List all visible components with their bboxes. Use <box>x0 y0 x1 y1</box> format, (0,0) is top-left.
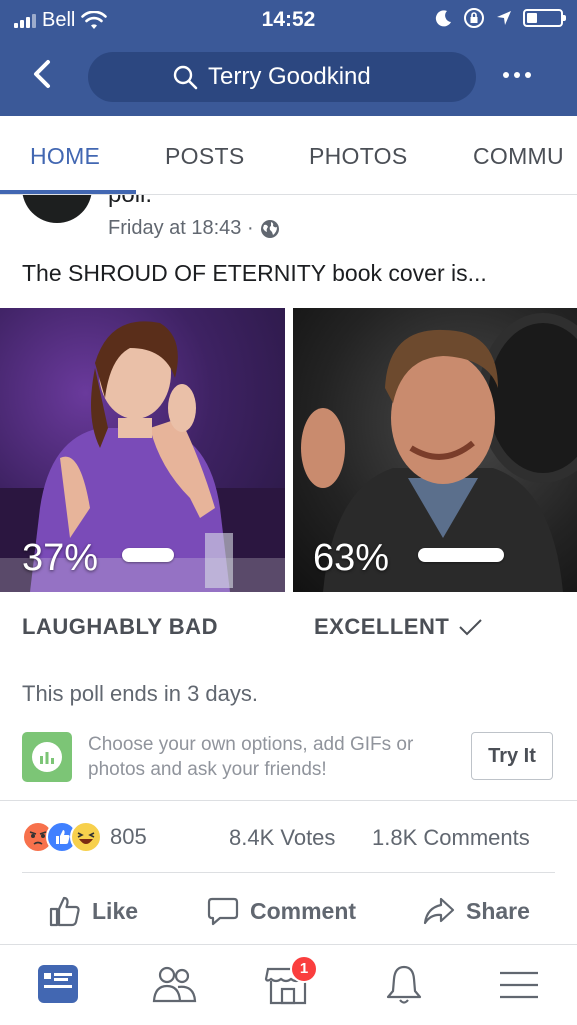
notifications-tab[interactable] <box>380 963 428 1007</box>
tab-posts[interactable]: POSTS <box>165 143 244 170</box>
comment-label: Comment <box>250 897 357 924</box>
location-icon <box>497 11 511 25</box>
status-icons <box>435 7 566 29</box>
active-tab-indicator <box>0 190 136 194</box>
post-meta: Friday at 18:43 · <box>108 217 280 240</box>
post-timestamp[interactable]: Friday at 18:43 · <box>108 217 254 240</box>
notification-badge: 1 <box>290 955 318 983</box>
status-bar: Bell 14:52 <box>0 0 577 40</box>
poll-option-2-label[interactable]: EXCELLENT <box>314 614 483 640</box>
hamburger-icon <box>500 971 538 999</box>
post-header: poll. Friday at 18:43 · <box>0 195 577 255</box>
bottom-nav: 1 <box>0 944 577 1025</box>
like-button[interactable]: Like <box>48 895 138 927</box>
friends-icon <box>152 966 197 1003</box>
globe-icon <box>260 219 279 238</box>
checkmark-icon <box>459 619 483 636</box>
moon-icon <box>435 10 451 27</box>
poll-option-2-text: EXCELLENT <box>314 614 450 639</box>
battery-icon <box>523 9 566 27</box>
poll-option-1-percent: 37% <box>22 537 99 579</box>
post-text: The SHROUD OF ETERNITY book cover is... <box>22 260 487 286</box>
divider <box>0 800 577 801</box>
votes-count[interactable]: 8.4K Votes <box>229 825 335 851</box>
comment-button[interactable]: Comment <box>206 895 356 927</box>
news-feed-icon <box>38 965 78 1003</box>
avatar[interactable] <box>22 195 92 223</box>
poll-option-1-bar <box>122 548 174 562</box>
post-menu-chevron[interactable] <box>466 195 496 199</box>
reactions-summary[interactable]: 805 <box>22 821 147 853</box>
marketplace-tab[interactable]: 1 <box>264 955 318 1007</box>
search-bar[interactable]: Terry Goodkind <box>88 52 476 102</box>
share-icon <box>423 897 455 925</box>
poll-option-1-label[interactable]: LAUGHABLY BAD <box>22 614 218 640</box>
friends-tab[interactable] <box>150 963 198 1007</box>
divider <box>22 872 555 873</box>
poll-option-1-text: LAUGHABLY BAD <box>22 614 218 639</box>
share-button[interactable]: Share <box>422 895 530 927</box>
tab-home[interactable]: HOME <box>30 143 100 170</box>
comment-icon <box>207 897 239 926</box>
poll-ends-text: This poll ends in 3 days. <box>22 681 259 706</box>
try-it-button[interactable]: Try It <box>471 732 553 780</box>
poll-option-2-bar <box>418 548 504 562</box>
search-icon <box>173 65 198 90</box>
tab-community[interactable]: COMMU <box>473 143 564 170</box>
share-label: Share <box>466 897 530 924</box>
rotation-lock-icon <box>464 8 484 28</box>
reaction-count: 805 <box>110 824 147 849</box>
haha-reaction-icon <box>70 821 102 853</box>
poll-chart-icon <box>22 732 72 782</box>
back-icon[interactable] <box>28 54 58 94</box>
page-tabs: HOME POSTS PHOTOS COMMU <box>0 116 577 195</box>
comments-count[interactable]: 1.8K Comments <box>372 825 530 851</box>
more-options-icon[interactable] <box>500 60 534 90</box>
search-query: Terry Goodkind <box>208 63 371 90</box>
poll-option-2-percent: 63% <box>313 537 390 579</box>
post-header-fragment: poll. <box>108 195 152 209</box>
like-label: Like <box>92 897 139 924</box>
menu-tab[interactable] <box>496 963 544 1007</box>
thumbs-up-icon <box>49 896 80 927</box>
poll-promo-text: Choose your own options, add GIFs or pho… <box>88 734 414 780</box>
nav-bar: Terry Goodkind <box>0 40 577 116</box>
bell-icon <box>386 965 422 1004</box>
news-feed-tab[interactable] <box>34 963 82 1007</box>
tab-photos[interactable]: PHOTOS <box>309 143 408 170</box>
